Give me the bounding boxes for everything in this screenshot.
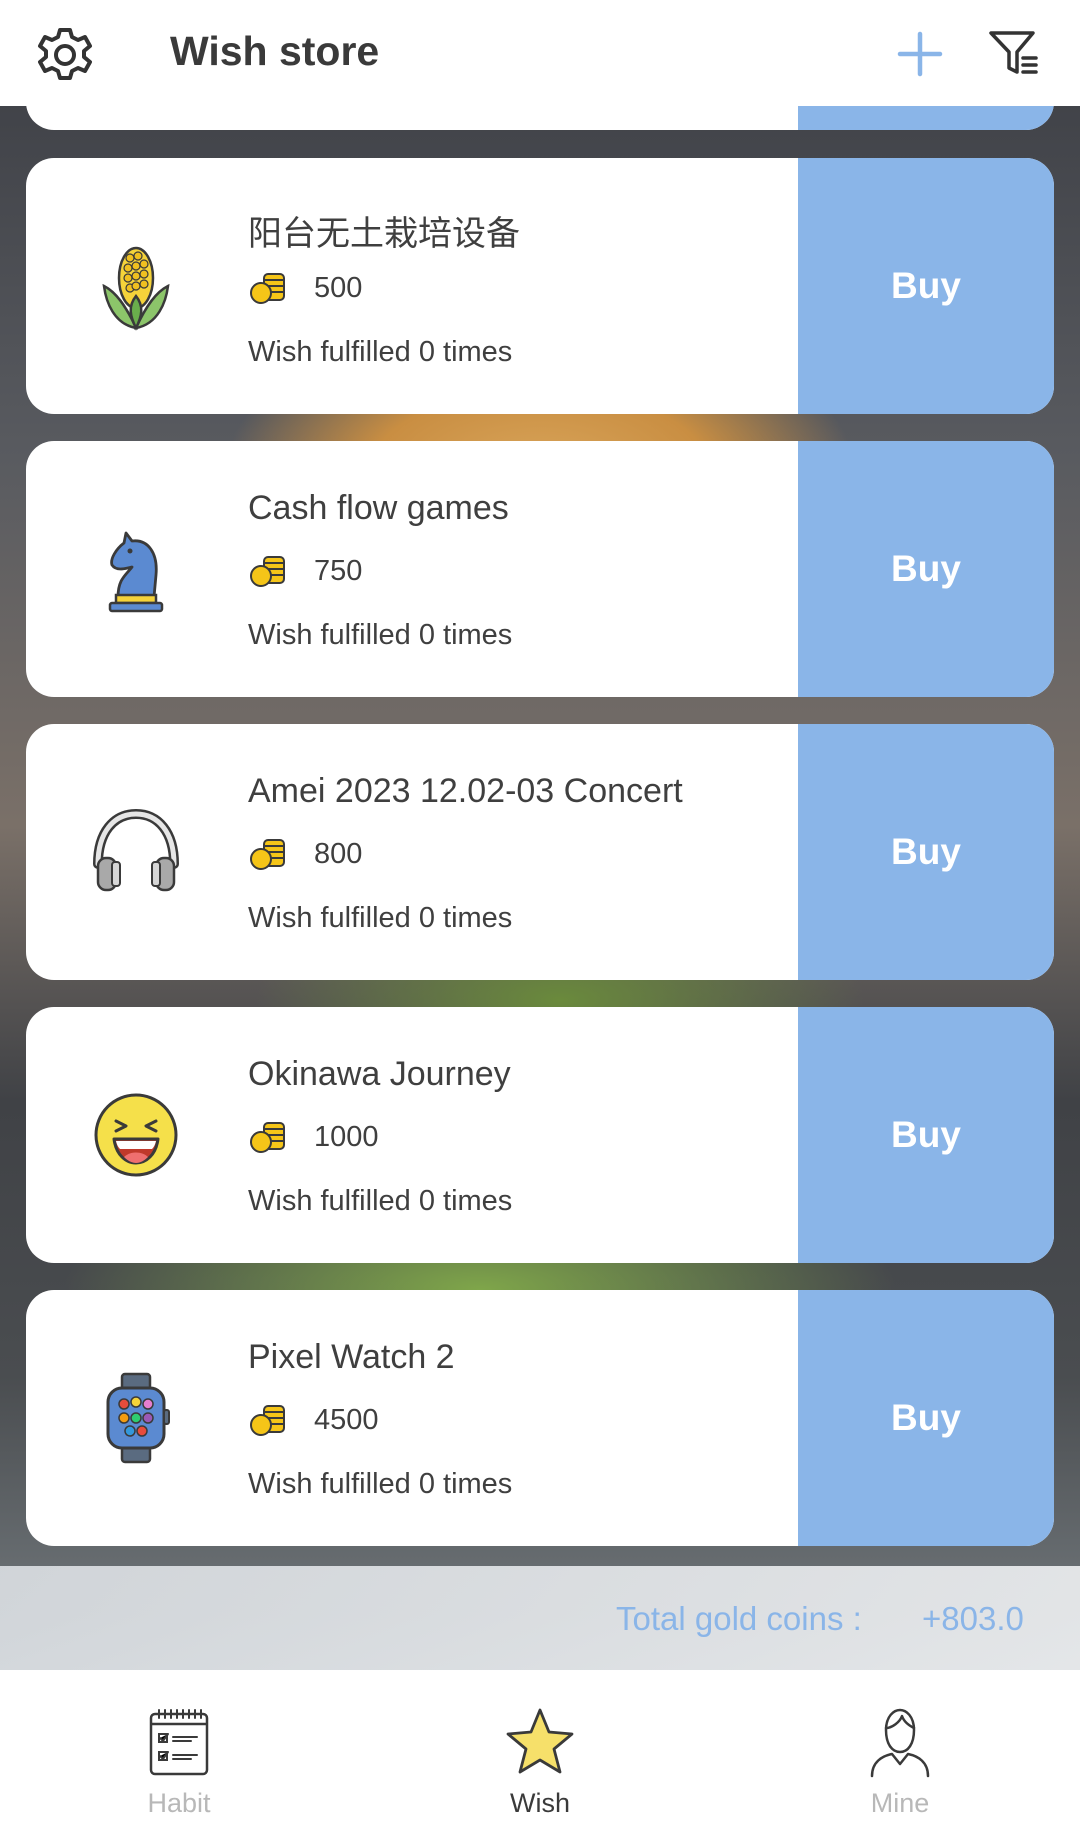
- star-icon: [506, 1708, 574, 1774]
- headphones-icon: [93, 808, 179, 892]
- nav-label-habit: Habit: [147, 1788, 211, 1818]
- nav-label-wish: Wish: [510, 1788, 570, 1818]
- wish-fulfilled-count: Wish fulfilled 0 times: [248, 1185, 513, 1217]
- chess-knight-icon: [108, 531, 164, 613]
- gear-icon[interactable]: [36, 26, 94, 84]
- total-gold-coins-label: Total gold coins :: [616, 1600, 862, 1637]
- top-app-bar: Wish store: [0, 0, 1080, 106]
- filter-icon[interactable]: [988, 28, 1040, 78]
- wish-price: 500: [314, 272, 363, 304]
- corn-icon: [102, 246, 170, 331]
- wish-card: Okinawa Journey 1000 Wish fulfilled 0 ti…: [26, 1007, 1054, 1263]
- wish-card: Amei 2023 12.02-03 Concert 800 Wish fulf…: [26, 724, 1054, 980]
- wish-name: 阳台无土栽培设备: [248, 215, 520, 253]
- total-gold-coins-value: +803.0: [922, 1600, 1024, 1637]
- person-icon: [870, 1708, 930, 1778]
- wish-card: Cash flow games 750 Wish fulfilled 0 tim…: [26, 441, 1054, 697]
- page-title: Wish store: [170, 28, 380, 74]
- buy-button[interactable]: Buy: [798, 441, 1054, 697]
- nav-label-mine: Mine: [870, 1788, 930, 1818]
- wish-name: Okinawa Journey: [248, 1055, 511, 1093]
- wish-name: Pixel Watch 2: [248, 1338, 455, 1376]
- buy-button[interactable]: Buy: [798, 724, 1054, 980]
- nav-tab-habit[interactable]: Habit: [79, 1670, 279, 1835]
- nav-tab-wish[interactable]: Wish: [440, 1670, 640, 1835]
- nav-tab-mine[interactable]: Mine: [800, 1670, 1000, 1835]
- gold-coins-icon: [250, 1405, 285, 1436]
- wish-price: 1000: [314, 1121, 379, 1153]
- gold-coins-icon: [250, 1122, 285, 1153]
- smartwatch-icon: [106, 1372, 170, 1464]
- wish-price: 4500: [314, 1404, 379, 1436]
- wish-price: 750: [314, 555, 363, 587]
- wish-fulfilled-count: Wish fulfilled 0 times: [248, 336, 513, 368]
- wish-card: 阳台无土栽培设备 500 Wish fulfilled 0 times Buy: [26, 158, 1054, 414]
- total-gold-coins-bar: Total gold coins : +803.0: [0, 1566, 1080, 1670]
- bottom-navigation: Habit Wish Mine: [0, 1670, 1080, 1835]
- wish-price: 800: [314, 838, 363, 870]
- wish-fulfilled-count: Wish fulfilled 0 times: [248, 1468, 513, 1500]
- buy-button[interactable]: Buy: [798, 1290, 1054, 1546]
- wish-fulfilled-count: Wish fulfilled 0 times: [248, 619, 513, 651]
- wish-card: Pixel Watch 2 4500 Wish fulfilled 0 time…: [26, 1290, 1054, 1546]
- buy-button[interactable]: Buy: [798, 158, 1054, 414]
- wish-list: 阳台无土栽培设备 500 Wish fulfilled 0 times Buy …: [26, 158, 1054, 1573]
- wish-fulfilled-count: Wish fulfilled 0 times: [248, 902, 513, 934]
- checklist-icon: [149, 1709, 209, 1776]
- buy-button[interactable]: Buy: [798, 1007, 1054, 1263]
- gold-coins-icon: [250, 273, 285, 304]
- gold-coins-icon: [250, 556, 285, 587]
- wish-name: Amei 2023 12.02-03 Concert: [248, 772, 683, 810]
- wish-name: Cash flow games: [248, 489, 509, 527]
- plus-icon[interactable]: [896, 30, 944, 78]
- gold-coins-icon: [250, 839, 285, 870]
- laughing-emoji-icon: [94, 1093, 178, 1177]
